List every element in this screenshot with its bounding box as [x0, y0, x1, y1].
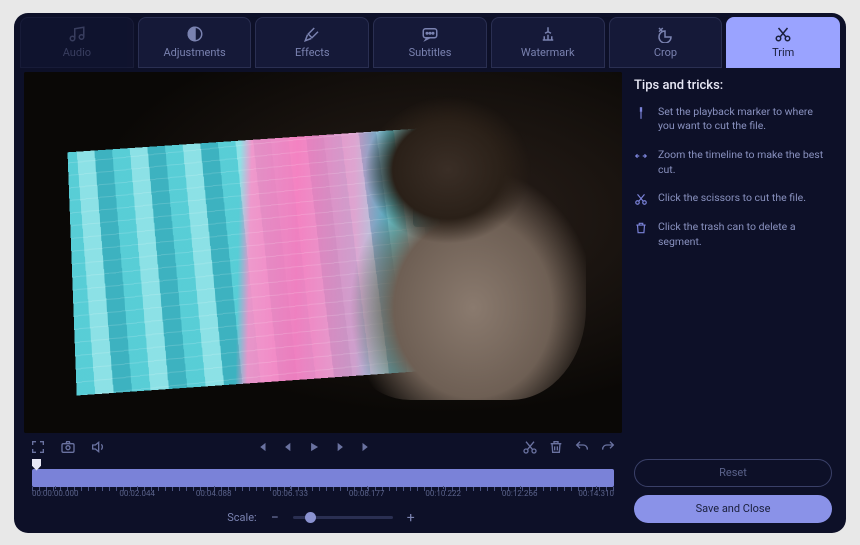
watermark-icon: [539, 25, 557, 43]
crop-icon: [656, 25, 674, 43]
editor-body: 00:00:00.000 00:02.044 00:04.088 00:06.1…: [14, 68, 846, 533]
zoom-in-button[interactable]: +: [403, 510, 419, 526]
video-preview[interactable]: [24, 72, 622, 433]
save-close-button[interactable]: Save and Close: [634, 495, 832, 523]
tip-item: Click the scissors to cut the file.: [634, 191, 832, 206]
timestamp: 00:02.044: [119, 489, 155, 505]
redo-icon[interactable]: [600, 439, 616, 455]
timestamp: 00:14.310: [578, 489, 614, 505]
editor-tabs: Audio Adjustments Effects Subtitles Wate…: [14, 13, 846, 68]
tab-effects[interactable]: Effects: [255, 17, 369, 68]
reset-button[interactable]: Reset: [634, 459, 832, 487]
cut-icon[interactable]: [522, 439, 538, 455]
subtitles-icon: [421, 25, 439, 43]
delete-icon[interactable]: [548, 439, 564, 455]
scale-label: Scale:: [227, 511, 256, 524]
marker-icon: [634, 106, 648, 120]
tab-label: Adjustments: [163, 46, 225, 59]
skip-start-icon[interactable]: [255, 440, 269, 454]
tip-text: Click the trash can to delete a segment.: [658, 220, 832, 249]
frame-back-icon[interactable]: [281, 440, 295, 454]
effects-icon: [303, 25, 321, 43]
tab-label: Audio: [63, 46, 91, 59]
tab-label: Effects: [295, 46, 330, 59]
tip-text: Set the playback marker to where you wan…: [658, 105, 832, 134]
timestamp: 00:00:00.000: [32, 489, 78, 505]
timestamp: 00:06.133: [272, 489, 308, 505]
timeline[interactable]: 00:00:00.000 00:02.044 00:04.088 00:06.1…: [24, 463, 622, 507]
tab-audio[interactable]: Audio: [20, 17, 134, 68]
skip-end-icon[interactable]: [359, 440, 373, 454]
play-icon[interactable]: [307, 440, 321, 454]
tab-subtitles[interactable]: Subtitles: [373, 17, 487, 68]
video-editor-window: Audio Adjustments Effects Subtitles Wate…: [14, 13, 846, 533]
timestamp: 00:10.222: [425, 489, 461, 505]
tab-label: Subtitles: [409, 46, 452, 59]
tab-watermark[interactable]: Watermark: [491, 17, 605, 68]
frame-forward-icon[interactable]: [333, 440, 347, 454]
tab-label: Watermark: [521, 46, 575, 59]
left-panel: 00:00:00.000 00:02.044 00:04.088 00:06.1…: [14, 68, 628, 533]
undo-icon[interactable]: [574, 439, 590, 455]
edit-operations: [522, 439, 616, 455]
scissors-icon: [634, 192, 648, 206]
clip-track[interactable]: [32, 469, 614, 487]
preview-frame: [24, 72, 622, 433]
timestamp: 00:08.177: [349, 489, 385, 505]
trash-icon: [634, 221, 648, 235]
adjustments-icon: [186, 25, 204, 43]
timestamp: 00:12.266: [502, 489, 538, 505]
player-controls: [24, 433, 622, 461]
trim-icon: [774, 25, 792, 43]
tip-item: Zoom the timeline to make the best cut.: [634, 148, 832, 177]
playback-controls: [255, 440, 373, 454]
timestamp: 00:04.088: [196, 489, 232, 505]
tip-item: Click the trash can to delete a segment.: [634, 220, 832, 249]
tab-adjustments[interactable]: Adjustments: [138, 17, 252, 68]
tab-label: Trim: [772, 46, 794, 59]
volume-icon[interactable]: [90, 439, 106, 455]
tip-text: Click the scissors to cut the file.: [658, 191, 806, 206]
tips-panel: Tips and tricks: Set the playback marker…: [628, 68, 846, 533]
tip-item: Set the playback marker to where you wan…: [634, 105, 832, 134]
zoom-out-button[interactable]: −: [267, 510, 283, 526]
tab-trim[interactable]: Trim: [726, 17, 840, 68]
tab-label: Crop: [654, 46, 677, 59]
scale-slider[interactable]: [293, 516, 393, 519]
snapshot-icon[interactable]: [60, 439, 76, 455]
fullscreen-icon[interactable]: [30, 439, 46, 455]
scale-control: Scale: − +: [24, 507, 622, 529]
audio-icon: [68, 25, 86, 43]
zoom-icon: [634, 149, 648, 163]
timeline-ruler: 00:00:00.000 00:02.044 00:04.088 00:06.1…: [32, 489, 614, 505]
tips-title: Tips and tricks:: [634, 78, 832, 93]
tip-text: Zoom the timeline to make the best cut.: [658, 148, 832, 177]
tab-crop[interactable]: Crop: [609, 17, 723, 68]
